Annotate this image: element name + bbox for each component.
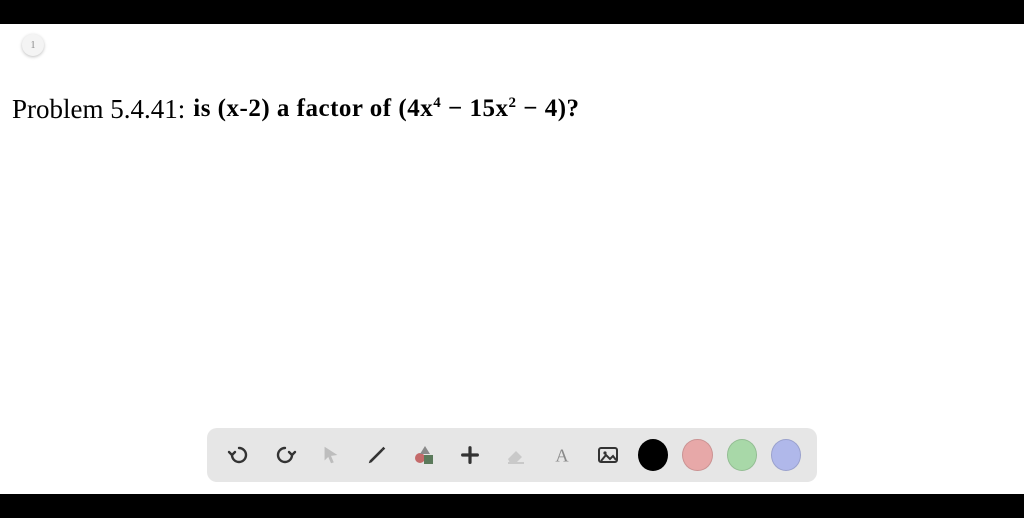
eraser-button[interactable] bbox=[500, 438, 532, 472]
problem-line: Problem 5.4.41: is (x-2) a factor of (4x… bbox=[12, 94, 1012, 125]
image-button[interactable] bbox=[592, 438, 624, 472]
pencil-icon bbox=[366, 444, 388, 466]
undo-icon bbox=[227, 443, 251, 467]
pointer-button[interactable] bbox=[315, 438, 347, 472]
problem-question: is (x-2) a factor of (4x4 − 15x2 − 4)? bbox=[193, 95, 579, 123]
text-icon: A bbox=[551, 444, 573, 466]
toolbar: A bbox=[207, 428, 817, 482]
letterbox-top bbox=[0, 0, 1024, 24]
undo-button[interactable] bbox=[223, 438, 255, 472]
eraser-icon bbox=[504, 443, 528, 467]
redo-icon bbox=[273, 443, 297, 467]
color-swatch-blue[interactable] bbox=[771, 439, 801, 471]
redo-button[interactable] bbox=[269, 438, 301, 472]
add-button[interactable] bbox=[454, 438, 486, 472]
page-number: 1 bbox=[31, 40, 36, 51]
shapes-icon bbox=[412, 443, 436, 467]
problem-label: Problem 5.4.41: bbox=[12, 94, 185, 125]
color-swatch-green[interactable] bbox=[727, 439, 757, 471]
image-icon bbox=[596, 443, 620, 467]
letterbox-bottom bbox=[0, 494, 1024, 518]
plus-icon bbox=[459, 444, 481, 466]
page-number-badge: 1 bbox=[22, 34, 44, 56]
pointer-icon bbox=[320, 444, 342, 466]
pencil-button[interactable] bbox=[361, 438, 393, 472]
svg-text:A: A bbox=[555, 445, 569, 465]
shapes-button[interactable] bbox=[407, 438, 439, 472]
color-swatch-black[interactable] bbox=[638, 439, 668, 471]
color-swatch-red[interactable] bbox=[682, 439, 712, 471]
text-button[interactable]: A bbox=[546, 438, 578, 472]
